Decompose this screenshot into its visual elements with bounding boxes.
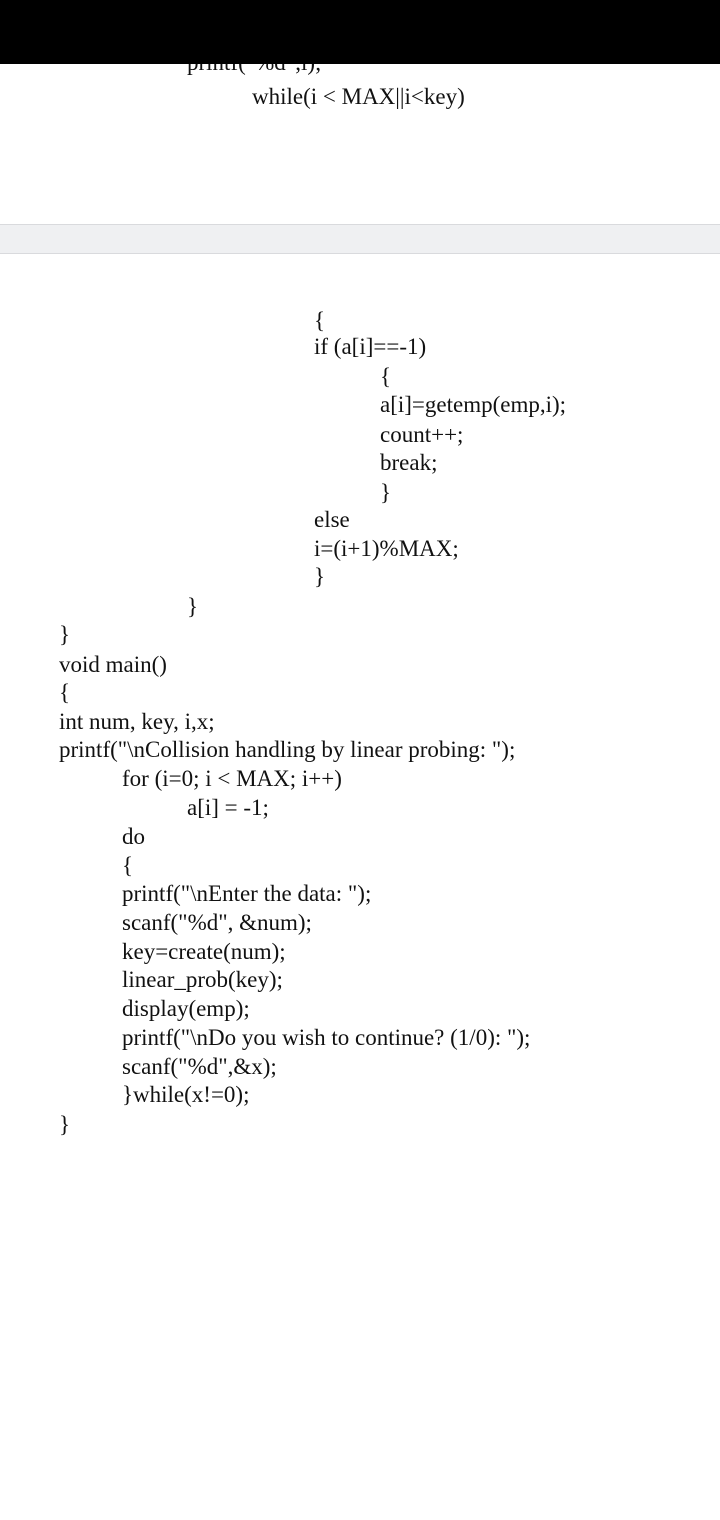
code-line: while(i < MAX||i<key) (252, 84, 465, 109)
code-line: a[i]=getemp(emp,i); (380, 392, 567, 417)
code-line: i=(i+1)%MAX; (314, 536, 459, 561)
code-line: printf("\nEnter the data: "); (122, 881, 372, 906)
code-line: } (314, 564, 326, 589)
code-line: } (187, 594, 199, 619)
code-line: printf("%d",i); (187, 64, 321, 76)
code-line: printf("\nCollision handling by linear p… (59, 737, 516, 762)
code-line: linear_prob(key); (122, 967, 283, 992)
code-line: for (i=0; i < MAX; i++) (122, 766, 342, 791)
code-line: { (314, 308, 326, 333)
code-line: { (122, 853, 134, 878)
code-line: scanf("%d",&x); (122, 1054, 277, 1079)
code-line: display(emp); (122, 996, 250, 1021)
code-line: int num, key, i,x; (59, 709, 215, 734)
top-black-bar (0, 0, 720, 64)
code-line: }while(x!=0); (122, 1082, 250, 1107)
code-line: } (59, 1112, 71, 1137)
code-line: } (380, 480, 392, 505)
code-line: count++; (380, 422, 464, 447)
code-line: } (59, 622, 71, 647)
code-line: { (59, 680, 71, 705)
code-line: void main() (59, 652, 167, 677)
code-line: else (314, 507, 350, 532)
code-line: { (380, 364, 392, 389)
page-separator (0, 224, 720, 254)
code-line: a[i] = -1; (187, 795, 269, 820)
code-line: scanf("%d", &num); (122, 910, 312, 935)
code-line: do (122, 824, 145, 849)
document-page-bottom: { if (a[i]==-1) { a[i]=getemp(emp,i); co… (0, 254, 720, 1520)
code-line: if (a[i]==-1) (314, 334, 427, 359)
code-line: printf("\nDo you wish to continue? (1/0)… (122, 1025, 531, 1050)
code-line: key=create(num); (122, 939, 286, 964)
document-page-top: printf("%d",i); while(i < MAX||i<key) (0, 64, 720, 224)
code-line: break; (380, 450, 438, 475)
